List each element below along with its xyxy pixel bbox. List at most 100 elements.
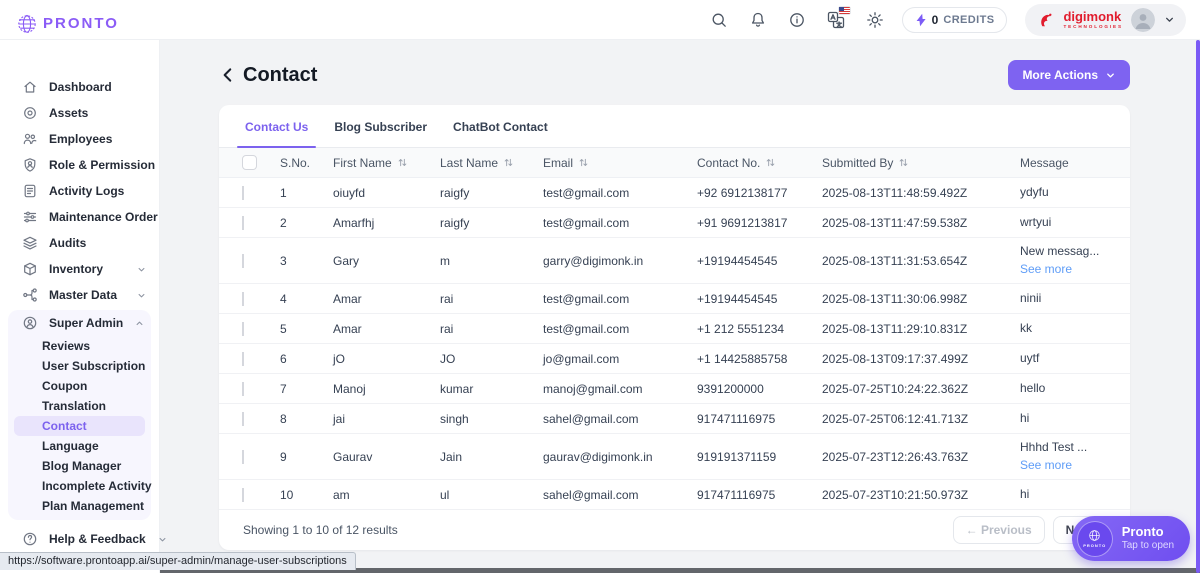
cell-submitted-by: 2025-08-13T11:31:53.654Z: [813, 254, 1011, 268]
column-header-last-name[interactable]: Last Name: [431, 156, 534, 170]
us-flag-icon: [839, 7, 850, 14]
app-logo[interactable]: PRONTO: [16, 13, 119, 35]
sidebar-item-label: Employees: [49, 132, 147, 146]
cell-submitted-by: 2025-07-25T06:12:41.713Z: [813, 412, 1011, 426]
cell-last-name: rai: [431, 292, 534, 306]
sort-icon[interactable]: [765, 157, 776, 168]
master-data-icon: [22, 287, 38, 303]
sidebar-subitem-plan-management[interactable]: Plan Management: [14, 496, 145, 516]
message-text: Hhhd Test ...: [1020, 440, 1130, 455]
column-header-submitted-by[interactable]: Submitted By: [813, 156, 1011, 170]
sidebar-item-audits[interactable]: Audits: [0, 230, 159, 256]
sidebar-subitem-incomplete-activity[interactable]: Incomplete Activity: [14, 476, 145, 496]
row-checkbox[interactable]: [242, 292, 244, 306]
sidebar-item-activity-logs[interactable]: Activity Logs: [0, 178, 159, 204]
sidebar-subitem-contact[interactable]: Contact: [14, 416, 145, 436]
cell-sno: 7: [271, 382, 324, 396]
table-row: 2Amarfhjraigfytest@gmail.com+91 96912138…: [219, 208, 1130, 238]
credits-pill[interactable]: 0 CREDITS: [902, 7, 1008, 33]
sort-icon[interactable]: [503, 157, 514, 168]
help-feedback-icon: [22, 531, 38, 547]
column-label: Submitted By: [822, 156, 893, 170]
row-checkbox[interactable]: [242, 382, 244, 396]
sort-icon[interactable]: [397, 157, 408, 168]
cell-sno: 3: [271, 254, 324, 268]
message-text: wrtyui: [1020, 215, 1130, 230]
sidebar-item-dashboard[interactable]: Dashboard: [0, 74, 159, 100]
select-all-checkbox[interactable]: [242, 155, 257, 170]
previous-button[interactable]: ← Previous: [953, 516, 1045, 544]
column-header-s-no: S.No.: [271, 156, 324, 170]
theme-icon[interactable]: [866, 11, 884, 29]
sidebar-subitem-user-subscription[interactable]: User Subscription: [14, 356, 145, 376]
see-more-link[interactable]: See more: [1020, 458, 1130, 473]
row-checkbox[interactable]: [242, 450, 244, 464]
message-text: New messag...: [1020, 244, 1130, 259]
cell-submitted-by: 2025-07-23T10:21:50.973Z: [813, 488, 1011, 502]
translate-icon[interactable]: [827, 11, 845, 29]
cell-last-name: rai: [431, 322, 534, 336]
credits-label: CREDITS: [943, 14, 994, 26]
cell-last-name: kumar: [431, 382, 534, 396]
cell-submitted-by: 2025-07-23T12:26:43.763Z: [813, 450, 1011, 464]
sidebar-item-maintenance-order[interactable]: Maintenance Order: [0, 204, 159, 230]
more-actions-button[interactable]: More Actions: [1008, 60, 1130, 90]
tab-chatbot-contact[interactable]: ChatBot Contact: [451, 120, 550, 147]
row-checkbox[interactable]: [242, 412, 244, 426]
row-checkbox[interactable]: [242, 488, 244, 502]
row-checkbox[interactable]: [242, 186, 244, 200]
sidebar-item-inventory[interactable]: Inventory: [0, 256, 159, 282]
sidebar-item-super-admin[interactable]: Super Admin: [8, 310, 151, 336]
page-header: Contact More Actions: [219, 60, 1130, 90]
cell-sno: 1: [271, 186, 324, 200]
notifications-icon[interactable]: [749, 11, 767, 29]
cell-first-name: Amar: [324, 292, 431, 306]
sidebar-item-master-data[interactable]: Master Data: [0, 282, 159, 308]
sidebar-subitem-translation[interactable]: Translation: [14, 396, 145, 416]
sidebar-subitem-blog-manager[interactable]: Blog Manager: [14, 456, 145, 476]
tab-blog-subscriber[interactable]: Blog Subscriber: [332, 120, 429, 147]
sidebar: DashboardAssets Employees Role & Permissio…: [0, 40, 160, 573]
sort-icon[interactable]: [898, 157, 909, 168]
cell-email: sahel@gmail.com: [534, 488, 688, 502]
column-label: S.No.: [280, 156, 310, 170]
sidebar-subitem-coupon[interactable]: Coupon: [14, 376, 145, 396]
vertical-scrollbar[interactable]: [1196, 40, 1200, 573]
see-more-link[interactable]: See more: [1020, 262, 1130, 277]
row-checkbox[interactable]: [242, 216, 244, 230]
sidebar-item-employees[interactable]: Employees: [0, 126, 159, 152]
row-checkbox[interactable]: [242, 352, 244, 366]
column-header-first-name[interactable]: First Name: [324, 156, 431, 170]
cell-submitted-by: 2025-08-13T11:47:59.538Z: [813, 216, 1011, 230]
back-icon[interactable]: [219, 66, 237, 84]
row-checkbox[interactable]: [242, 254, 244, 268]
sidebar-subitem-language[interactable]: Language: [14, 436, 145, 456]
search-icon[interactable]: [710, 11, 728, 29]
row-checkbox[interactable]: [242, 322, 244, 336]
tab-contact-us[interactable]: Contact Us: [243, 120, 310, 147]
sort-icon[interactable]: [578, 157, 589, 168]
cell-email: garry@digimonk.in: [534, 254, 688, 268]
avatar[interactable]: [1131, 8, 1155, 32]
brand-subtitle: TECHNOLOGIES: [1063, 25, 1123, 30]
account-menu[interactable]: digimonk TECHNOLOGIES: [1025, 4, 1186, 36]
cell-message: uytf: [1011, 351, 1130, 366]
sidebar-item-help-feedback[interactable]: Help & Feedback: [0, 526, 159, 552]
sidebar-item-label: Inventory: [49, 262, 125, 276]
sidebar-subitem-reviews[interactable]: Reviews: [14, 336, 145, 356]
cell-first-name: Manoj: [324, 382, 431, 396]
info-icon[interactable]: [788, 11, 806, 29]
chat-widget[interactable]: PRONTO Pronto Tap to open: [1072, 516, 1190, 561]
cell-email: test@gmail.com: [534, 322, 688, 336]
cell-email: gaurav@digimonk.in: [534, 450, 688, 464]
sidebar-item-role-permission[interactable]: Role & Permission: [0, 152, 159, 178]
cell-contact-no: +1 212 5551234: [688, 322, 813, 336]
topbar-actions: 0 CREDITS digimonk TECHNOLOGIES: [710, 4, 1186, 36]
column-header-email[interactable]: Email: [534, 156, 688, 170]
chat-widget-title: Pronto: [1122, 524, 1174, 540]
sidebar-item-assets[interactable]: Assets: [0, 100, 159, 126]
column-header-contact-no[interactable]: Contact No.: [688, 156, 813, 170]
cell-first-name: jO: [324, 352, 431, 366]
message-text: ninii: [1020, 291, 1130, 306]
chevron-down-icon[interactable]: [1163, 13, 1176, 26]
